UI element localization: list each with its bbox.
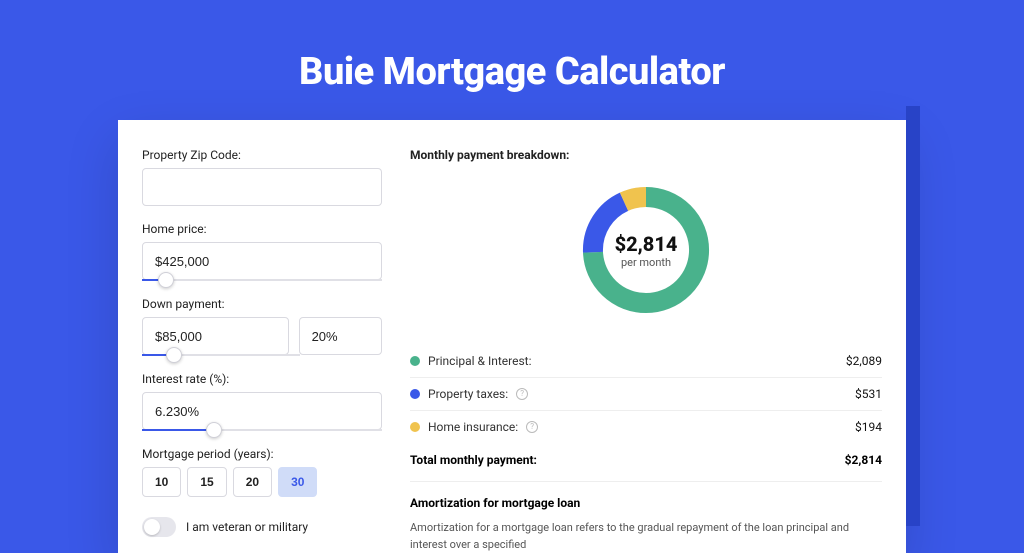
- zip-label: Property Zip Code:: [142, 148, 382, 162]
- amortization-block: Amortization for mortgage loan Amortizat…: [410, 481, 882, 553]
- legend-value: $194: [855, 420, 882, 434]
- legend-left: Home insurance:?: [410, 420, 538, 434]
- period-button-10[interactable]: 10: [142, 467, 181, 497]
- legend-left: Property taxes:?: [410, 387, 528, 401]
- legend-value: $2,089: [846, 354, 882, 368]
- info-icon[interactable]: ?: [516, 388, 528, 400]
- donut-amount: $2,814: [615, 232, 678, 256]
- legend-row-1: Property taxes:? $531: [410, 378, 882, 411]
- interest-label: Interest rate (%):: [142, 372, 382, 386]
- legend: Principal & Interest: $2,089 Property taxe…: [410, 345, 882, 443]
- legend-swatch: [410, 356, 420, 366]
- period-label: Mortgage period (years):: [142, 447, 382, 461]
- donut-center: $2,814 per month: [576, 180, 716, 320]
- page-header: Buie Mortgage Calculator: [0, 0, 1024, 120]
- amortization-title: Amortization for mortgage loan: [410, 496, 882, 510]
- veteran-label: I am veteran or military: [186, 520, 308, 534]
- legend-row-2: Home insurance:? $194: [410, 411, 882, 443]
- period-button-15[interactable]: 15: [187, 467, 226, 497]
- down-payment-slider-thumb[interactable]: [166, 347, 182, 363]
- legend-label: Home insurance:: [428, 420, 518, 434]
- down-payment-slider[interactable]: [142, 354, 300, 356]
- zip-field-group: Property Zip Code:: [142, 148, 382, 206]
- veteran-toggle[interactable]: [142, 517, 176, 537]
- inputs-panel: Property Zip Code: Home price: Down paym…: [142, 148, 382, 553]
- down-payment-field-group: Down payment:: [142, 297, 382, 356]
- legend-value: $531: [855, 387, 882, 401]
- period-field-group: Mortgage period (years): 10152030: [142, 447, 382, 497]
- donut-wrap: $2,814 per month: [410, 180, 882, 320]
- period-button-20[interactable]: 20: [233, 467, 272, 497]
- home-price-input[interactable]: [142, 242, 382, 280]
- down-payment-pct-input[interactable]: [299, 317, 382, 355]
- home-price-slider-thumb[interactable]: [158, 272, 174, 288]
- home-price-slider[interactable]: [142, 279, 382, 281]
- total-value: $2,814: [845, 453, 882, 467]
- legend-label: Property taxes:: [428, 387, 508, 401]
- donut-chart: $2,814 per month: [576, 180, 716, 320]
- interest-input[interactable]: [142, 392, 382, 430]
- legend-swatch: [410, 389, 420, 399]
- zip-input[interactable]: [142, 168, 382, 206]
- page-title: Buie Mortgage Calculator: [0, 50, 1024, 94]
- home-price-field-group: Home price:: [142, 222, 382, 281]
- total-label: Total monthly payment:: [410, 453, 537, 467]
- interest-slider[interactable]: [142, 429, 382, 431]
- amortization-body: Amortization for a mortgage loan refers …: [410, 520, 882, 553]
- breakdown-panel: Monthly payment breakdown: $2,814 per mo…: [410, 148, 882, 553]
- calculator-card: Property Zip Code: Home price: Down paym…: [118, 120, 906, 553]
- interest-field-group: Interest rate (%):: [142, 372, 382, 431]
- period-button-30[interactable]: 30: [278, 467, 317, 497]
- breakdown-title: Monthly payment breakdown:: [410, 148, 882, 162]
- total-row: Total monthly payment: $2,814: [410, 443, 882, 481]
- legend-label: Principal & Interest:: [428, 354, 532, 368]
- legend-left: Principal & Interest:: [410, 354, 532, 368]
- home-price-label: Home price:: [142, 222, 382, 236]
- down-payment-label: Down payment:: [142, 297, 382, 311]
- down-payment-input[interactable]: [142, 317, 289, 355]
- info-icon[interactable]: ?: [526, 421, 538, 433]
- legend-row-0: Principal & Interest: $2,089: [410, 345, 882, 378]
- period-buttons: 10152030: [142, 467, 382, 497]
- legend-swatch: [410, 422, 420, 432]
- veteran-toggle-knob: [144, 519, 160, 535]
- donut-sub: per month: [621, 256, 671, 269]
- interest-slider-thumb[interactable]: [206, 422, 222, 438]
- veteran-row: I am veteran or military: [142, 517, 382, 537]
- interest-slider-fill: [142, 429, 214, 431]
